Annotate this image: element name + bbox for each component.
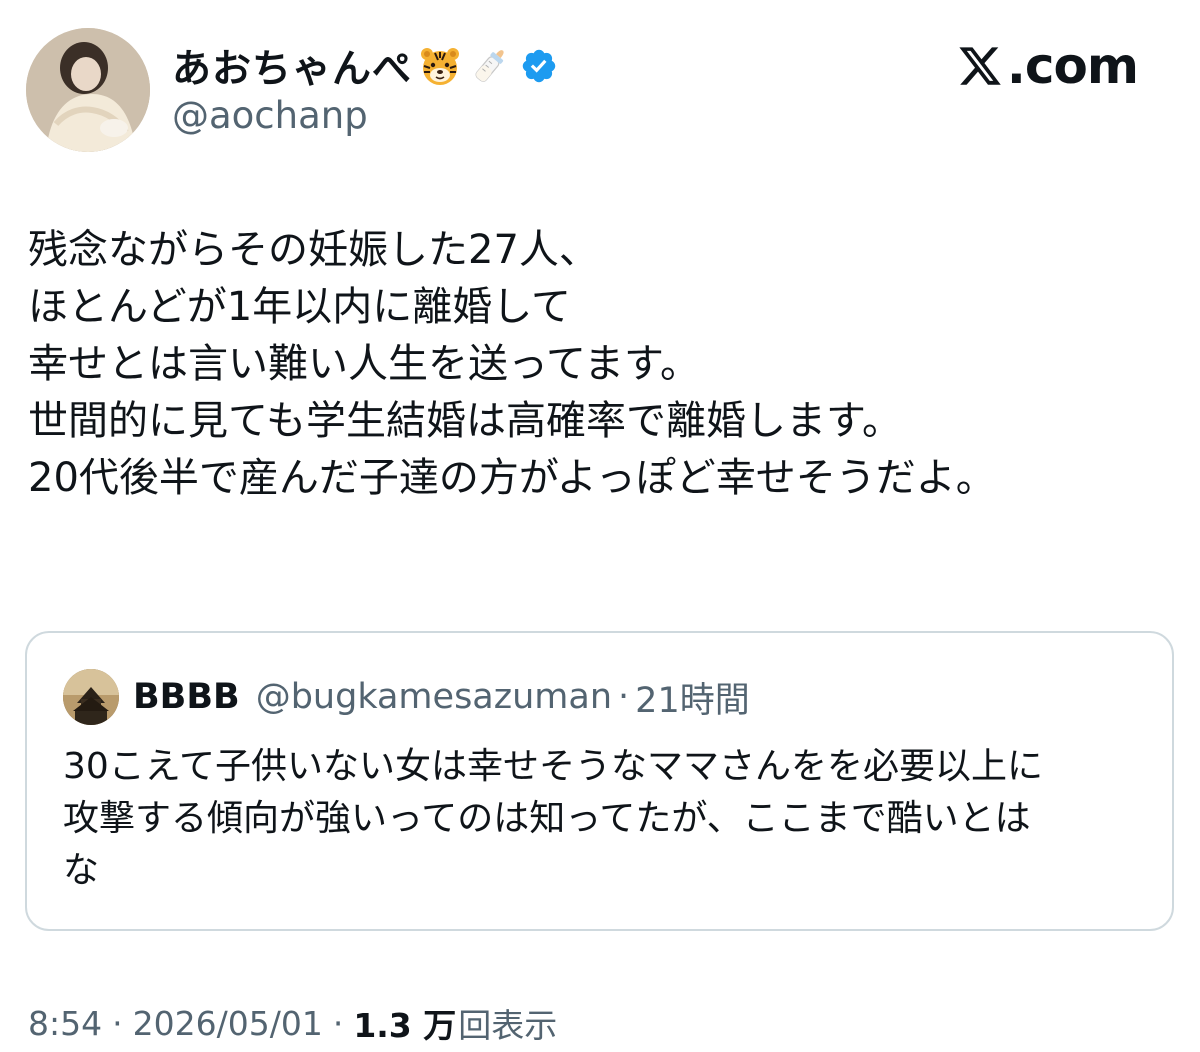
tweet-date[interactable]: 2026/05/01 <box>133 1004 323 1043</box>
author-avatar[interactable] <box>26 28 150 152</box>
tweet-text-line: 残念ながらその妊娠した27人、 <box>28 227 599 273</box>
tweet-text-line: 幸せとは言い難い人生を送ってます。 <box>28 341 700 387</box>
site-domain: .com <box>1006 37 1139 95</box>
quoted-text-line: 攻撃する傾向が強いってのは知ってたが、ここまで酷いとは <box>63 798 1031 839</box>
tweet-meta: 8:54 · 2026/05/01 · 1.3 万 回表示 <box>28 1000 557 1046</box>
author-display-name[interactable]: あおちゃんぺ <box>172 38 412 94</box>
baby-bottle-icon <box>468 44 512 88</box>
quoted-tweet-time[interactable]: 21時間 <box>635 672 750 723</box>
quoted-time-separator: · <box>618 677 630 717</box>
author-handle[interactable]: @aochanp <box>172 94 368 137</box>
author-name-row: あおちゃんぺ <box>172 38 558 94</box>
site-logo: .com <box>957 36 1139 96</box>
quoted-author-avatar[interactable] <box>63 669 119 725</box>
views-count: 1.3 万 <box>353 1006 457 1045</box>
quoted-author-name[interactable]: BBBB <box>133 677 240 717</box>
quoted-tweet-header: BBBB @bugkamesazuman · 21時間 <box>63 669 750 725</box>
tweet-text-line: ほとんどが1年以内に離婚して <box>28 284 572 330</box>
tweet-text-line: 20代後半で産んだ子達の方がよっぽど幸せそうだよ。 <box>28 455 996 501</box>
meta-separator: · <box>332 1003 344 1043</box>
views-label: 回表示 <box>458 1006 558 1045</box>
quoted-tweet-text: 30こえて子供いない女は幸せそうなママさんをを必要以上に 攻撃する傾向が強いって… <box>63 741 1143 897</box>
quoted-tweet-card[interactable]: BBBB @bugkamesazuman · 21時間 30こえて子供いない女は… <box>25 631 1174 931</box>
tweet-text: 残念ながらその妊娠した27人、 ほとんどが1年以内に離婚して 幸せとは言い難い人… <box>28 222 1178 507</box>
quoted-text-line: な <box>63 850 100 891</box>
quoted-text-line: 30こえて子供いない女は幸せそうなママさんをを必要以上に <box>63 746 1044 787</box>
avatar-photo-icon <box>26 28 150 152</box>
tiger-face-icon <box>418 44 462 88</box>
tweet-header: あおちゃんぺ @aochanp .com <box>0 0 1200 170</box>
tweet-screenshot: あおちゃんぺ @aochanp .com 残念ながらその妊娠した27人、 ほとん… <box>0 0 1200 1052</box>
tweet-text-line: 世間的に見ても学生結婚は高確率で離婚します。 <box>28 398 902 444</box>
castle-photo-icon <box>63 669 119 725</box>
tweet-time[interactable]: 8:54 <box>28 1004 102 1043</box>
x-logo-icon <box>959 47 1001 85</box>
verified-badge-icon <box>520 47 558 85</box>
quoted-author-handle[interactable]: @bugkamesazuman <box>256 677 612 717</box>
meta-separator: · <box>112 1003 123 1043</box>
